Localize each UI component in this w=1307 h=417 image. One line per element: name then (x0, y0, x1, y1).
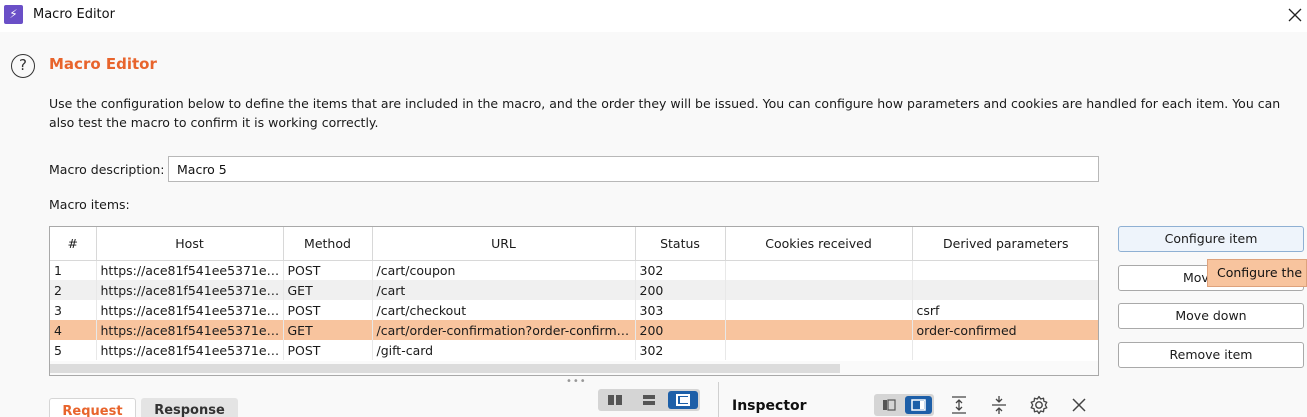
cell-num: 3 (50, 300, 97, 320)
column-header-method[interactable]: Method (283, 227, 373, 261)
cell-host: https://ace81f541ee5371ec… (96, 320, 284, 340)
tab-response[interactable]: Response (141, 398, 238, 417)
macro-items-table: # Host Method URL Status Cookies receive… (49, 226, 1099, 376)
cell-cookies (725, 300, 913, 320)
cell-cookies (725, 280, 913, 300)
help-icon[interactable]: ? (11, 54, 35, 78)
configure-item-button[interactable]: Configure item (1118, 226, 1304, 252)
column-header-host[interactable]: Host (96, 227, 284, 261)
inspector-title: Inspector (732, 398, 807, 414)
horizontal-scrollbar[interactable] (50, 361, 1098, 375)
page-title: Macro Editor (49, 55, 157, 73)
table-row[interactable]: 5 https://ace81f541ee5371ec… POST /gift-… (50, 340, 1098, 360)
cell-cookies (725, 320, 913, 340)
panel-divider[interactable] (718, 382, 719, 417)
table-row-selected[interactable]: 4 https://ace81f541ee5371ec… GET /cart/o… (50, 320, 1098, 340)
macro-description-input[interactable] (168, 156, 1099, 182)
split-horizontal-icon[interactable] (600, 391, 630, 409)
tooltip: Configure the s (1207, 259, 1307, 287)
macro-items-label: Macro items: (49, 197, 130, 212)
cell-cookies (725, 260, 913, 280)
collapse-icon[interactable] (988, 394, 1010, 416)
cell-method: GET (283, 320, 373, 340)
close-icon[interactable] (1284, 4, 1306, 26)
cell-num: 5 (50, 340, 97, 360)
cell-method: GET (283, 280, 373, 300)
cell-url: /cart/coupon (372, 260, 636, 280)
table-row[interactable]: 2 https://ace81f541ee5371ec… GET /cart 2… (50, 280, 1098, 300)
cell-derived (912, 280, 1098, 300)
cell-num: 1 (50, 260, 97, 280)
cell-url: /cart/order-confirmation?order-confirme… (372, 320, 636, 340)
layout-left-icon[interactable] (876, 396, 902, 414)
cell-derived: csrf (916, 302, 940, 318)
cell-url: /gift-card (372, 340, 636, 360)
cell-status: 200 (635, 280, 726, 300)
macro-editor-panel: ? Macro Editor Use the configuration bel… (0, 32, 1307, 417)
cell-num: 4 (50, 320, 97, 340)
splitter-handle[interactable]: ••• (566, 376, 587, 387)
window-title: Macro Editor (33, 7, 115, 22)
cell-status: 302 (635, 260, 726, 280)
cell-url: /cart/checkout (372, 300, 636, 320)
cell-method: POST (283, 340, 373, 360)
column-header-num[interactable]: # (50, 227, 97, 261)
cell-derived: order-confirmed (912, 320, 1098, 340)
layout-right-icon[interactable] (905, 396, 932, 414)
single-view-icon[interactable] (668, 391, 698, 409)
macro-description-label: Macro description: (49, 162, 165, 177)
cell-host: https://ace81f541ee5371ec… (96, 340, 284, 360)
cell-host: https://ace81f541ee5371ec… (96, 280, 284, 300)
close-inspector-icon[interactable] (1068, 394, 1090, 416)
description-text: Use the configuration below to define th… (49, 96, 1281, 130)
inspector-layout-toggle (874, 394, 934, 416)
cell-status: 303 (635, 300, 726, 320)
cell-status: 200 (635, 320, 726, 340)
split-vertical-icon[interactable] (634, 391, 664, 409)
scrollbar-thumb[interactable] (50, 364, 840, 373)
cell-num: 2 (50, 280, 97, 300)
column-header-status[interactable]: Status (635, 227, 726, 261)
cell-cookies (725, 340, 913, 360)
cell-status: 302 (635, 340, 726, 360)
cell-url: /cart (372, 280, 636, 300)
column-header-url[interactable]: URL (372, 227, 636, 261)
remove-item-button[interactable]: Remove item (1118, 342, 1304, 368)
title-bar: ⚡ Macro Editor (0, 0, 1307, 32)
cell-method: POST (283, 260, 373, 280)
table-row[interactable]: 3 https://ace81f541ee5371ec… POST /cart/… (50, 300, 1098, 320)
cell-host: https://ace81f541ee5371ec… (96, 300, 284, 320)
lightning-icon: ⚡ (4, 5, 23, 24)
column-header-cookies-received[interactable]: Cookies received (725, 227, 913, 261)
table-row[interactable]: 1 https://ace81f541ee5371ec… POST /cart/… (50, 260, 1098, 280)
tab-request[interactable]: Request (49, 398, 136, 417)
cell-method: POST (283, 300, 373, 320)
table-header-row: # Host Method URL Status Cookies receive… (50, 227, 1098, 261)
move-down-button[interactable]: Move down (1118, 303, 1304, 329)
gear-icon[interactable] (1028, 394, 1050, 416)
cell-derived (912, 260, 1098, 280)
column-header-derived-parameters[interactable]: Derived parameters (912, 227, 1098, 261)
cell-derived (912, 340, 1098, 360)
cell-host: https://ace81f541ee5371ec… (96, 260, 284, 280)
layout-toggle-group (598, 389, 700, 411)
expand-icon[interactable] (948, 394, 970, 416)
